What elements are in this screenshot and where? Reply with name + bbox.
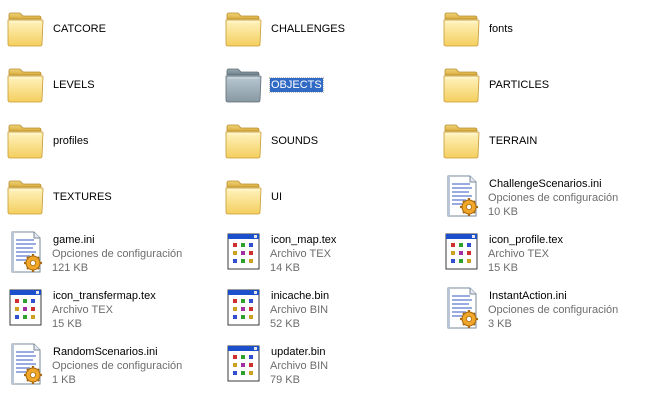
folder-icon: [442, 59, 482, 111]
folder-icon: [442, 115, 482, 167]
item-type: Archivo TEX: [270, 248, 331, 260]
folder-icon: [6, 59, 46, 111]
item-name: RandomScenarios.ini: [53, 346, 158, 358]
binary-file-icon: [224, 339, 264, 391]
item-name: CHALLENGES: [271, 23, 345, 35]
folder-item[interactable]: LEVELS: [4, 59, 214, 111]
config-file-icon: [6, 227, 46, 279]
file-item[interactable]: game.ini Opciones de configuración 121 K…: [4, 227, 214, 279]
folder-icon: [442, 3, 482, 55]
item-name: profiles: [53, 135, 89, 147]
folder-item[interactable]: TERRAIN: [440, 115, 650, 167]
folder-icon: [6, 115, 46, 167]
item-size: 10 KB: [488, 206, 518, 218]
item-name: PARTICLES: [489, 79, 550, 91]
item-name: ChallengeScenarios.ini: [489, 178, 602, 190]
item-size: 79 KB: [270, 374, 300, 386]
item-type: Archivo BIN: [270, 360, 329, 372]
item-type: Opciones de configuración: [52, 248, 183, 260]
file-item[interactable]: RandomScenarios.ini Opciones de configur…: [4, 339, 214, 391]
folder-item[interactable]: fonts: [440, 3, 650, 55]
item-size: 15 KB: [52, 318, 82, 330]
file-item[interactable]: InstantAction.ini Opciones de configurac…: [440, 283, 650, 335]
folder-icon: [6, 171, 46, 223]
item-type: Opciones de configuración: [52, 360, 183, 372]
item-size: 3 KB: [488, 318, 512, 330]
item-name: fonts: [489, 23, 513, 35]
item-size: 1 KB: [52, 374, 76, 386]
folder-item[interactable]: UI: [222, 171, 432, 223]
folder-item[interactable]: PARTICLES: [440, 59, 650, 111]
item-name: SOUNDS: [271, 135, 319, 147]
config-file-icon: [442, 283, 482, 335]
binary-file-icon: [6, 283, 46, 335]
folder-icon: [6, 3, 46, 55]
item-name: OBJECTS: [269, 77, 324, 93]
file-item[interactable]: icon_profile.tex Archivo TEX 15 KB: [440, 227, 650, 279]
file-item[interactable]: updater.bin Archivo BIN 79 KB: [222, 339, 432, 391]
config-file-icon: [6, 339, 46, 391]
item-type: Opciones de configuración: [488, 304, 619, 316]
item-name: LEVELS: [53, 79, 95, 91]
folder-item[interactable]: TEXTURES: [4, 171, 214, 223]
config-file-icon: [442, 171, 482, 223]
item-name: icon_map.tex: [271, 234, 337, 246]
folder-item[interactable]: CATCORE: [4, 3, 214, 55]
file-item[interactable]: inicache.bin Archivo BIN 52 KB: [222, 283, 432, 335]
item-name: CATCORE: [53, 23, 106, 35]
item-size: 52 KB: [270, 318, 300, 330]
binary-file-icon: [442, 227, 482, 279]
item-name: inicache.bin: [271, 290, 330, 302]
item-type: Archivo TEX: [52, 304, 113, 316]
item-name: TERRAIN: [489, 135, 538, 147]
item-name: UI: [271, 191, 282, 203]
folder-item[interactable]: SOUNDS: [222, 115, 432, 167]
binary-file-icon: [224, 227, 264, 279]
item-size: 121 KB: [52, 262, 89, 274]
item-name: updater.bin: [271, 346, 326, 358]
item-type: Opciones de configuración: [488, 192, 619, 204]
folder-icon: [224, 115, 264, 167]
file-item[interactable]: icon_map.tex Archivo TEX 14 KB: [222, 227, 432, 279]
item-type: Archivo TEX: [488, 248, 549, 260]
folder-item[interactable]: profiles: [4, 115, 214, 167]
item-type: Archivo BIN: [270, 304, 329, 316]
item-name: InstantAction.ini: [489, 290, 567, 302]
file-item[interactable]: ChallengeScenarios.ini Opciones de confi…: [440, 171, 650, 223]
folder-icon: [224, 171, 264, 223]
binary-file-icon: [224, 283, 264, 335]
folder-icon: [224, 3, 264, 55]
item-size: 14 KB: [270, 262, 300, 274]
item-name: TEXTURES: [53, 191, 112, 203]
item-name: icon_transfermap.tex: [53, 290, 156, 302]
file-item[interactable]: icon_transfermap.tex Archivo TEX 15 KB: [4, 283, 214, 335]
folder-icon: [224, 59, 264, 111]
item-name: game.ini: [53, 234, 95, 246]
folder-item-selected[interactable]: OBJECTS: [222, 59, 432, 111]
folder-item[interactable]: CHALLENGES: [222, 3, 432, 55]
item-size: 15 KB: [488, 262, 518, 274]
item-name: icon_profile.tex: [489, 234, 563, 246]
